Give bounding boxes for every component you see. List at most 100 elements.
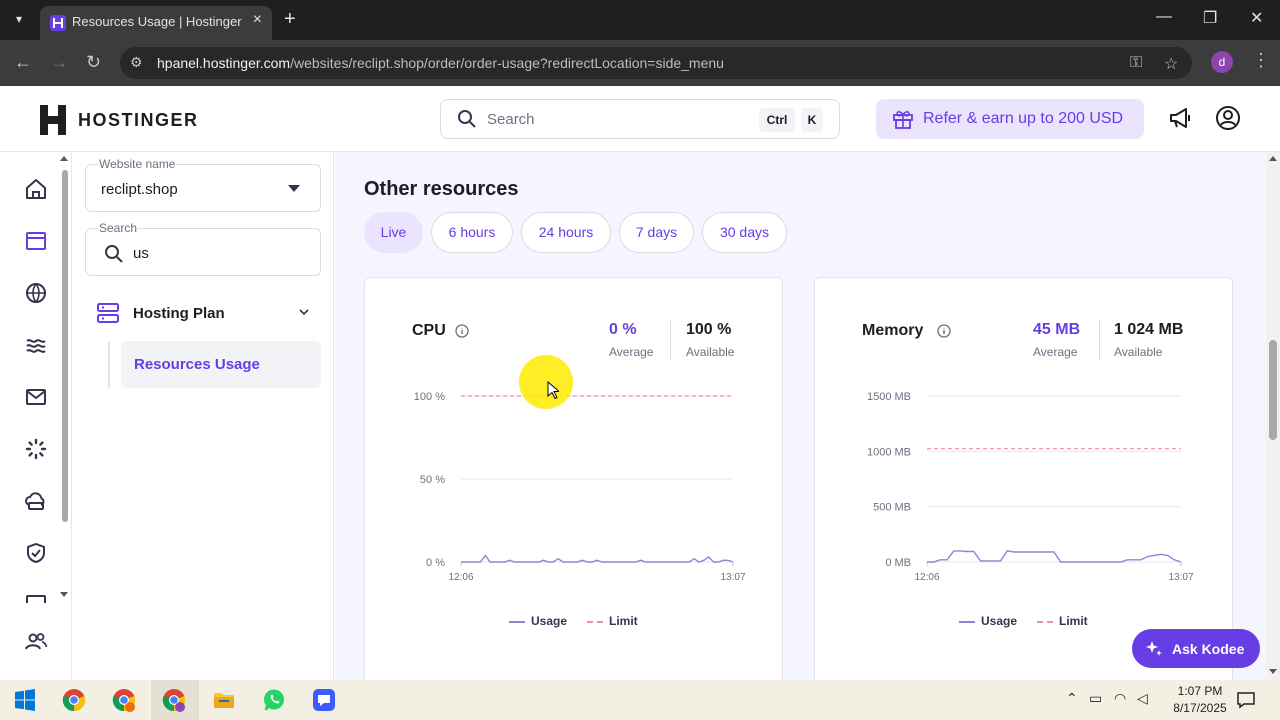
memory-title: Memory xyxy=(862,322,924,339)
range-7d-button[interactable]: 7 days xyxy=(619,212,694,253)
volume-icon[interactable]: ◁ xyxy=(1137,690,1148,707)
stat-divider xyxy=(670,320,671,360)
url-text[interactable]: hpanel.hostinger.com/websites/reclipt.sh… xyxy=(157,55,724,71)
range-24h-button[interactable]: 24 hours xyxy=(521,212,611,253)
y-tick-label: 100 % xyxy=(414,391,445,403)
new-tab-icon[interactable]: + xyxy=(284,8,296,31)
billing-icon[interactable] xyxy=(24,593,48,603)
home-icon[interactable] xyxy=(24,177,48,201)
x-tick-label: 12:06 xyxy=(914,572,939,583)
x-tick-label: 13:07 xyxy=(720,572,745,583)
cpu-chart: 0 % 50 % 100 % 12:06 13:07 xyxy=(414,391,746,583)
browser-toolbar: ← → ↻ ⚙ hpanel.hostinger.com/websites/re… xyxy=(0,40,1280,86)
memory-chart: 0 MB 500 MB 1000 MB 1500 MB 12:06 13:07 xyxy=(867,391,1194,583)
search-icon xyxy=(105,245,123,263)
limit-swatch xyxy=(1037,620,1053,623)
cursor-highlight xyxy=(519,355,573,409)
bookmark-star-icon[interactable]: ☆ xyxy=(1164,54,1178,74)
cpu-title: CPU xyxy=(412,322,446,339)
info-icon[interactable] xyxy=(937,324,951,338)
chevron-down-icon xyxy=(299,309,309,316)
globe-icon[interactable] xyxy=(24,281,48,305)
minimize-icon[interactable]: — xyxy=(1156,8,1172,26)
x-tick-label: 12:06 xyxy=(448,572,473,583)
account-icon[interactable] xyxy=(1215,105,1241,131)
wifi-icon[interactable]: ◠ xyxy=(1114,690,1126,707)
cpu-average-value: 0 % xyxy=(609,321,637,338)
y-tick-label: 500 MB xyxy=(873,502,911,514)
memory-legend-usage: Usage xyxy=(959,614,1017,628)
x-tick-label: 13:07 xyxy=(1168,572,1193,583)
info-icon[interactable] xyxy=(455,324,469,338)
password-key-icon[interactable]: ⚿ xyxy=(1130,54,1142,72)
refer-earn-button[interactable]: Refer & earn up to 200 USD xyxy=(876,99,1144,139)
range-30d-button[interactable]: 30 days xyxy=(702,212,787,253)
cpu-legend-limit: Limit xyxy=(587,614,638,628)
reload-icon[interactable]: ↻ xyxy=(86,52,101,73)
cpu-legend-usage: Usage xyxy=(509,614,567,628)
browser-menu-icon[interactable]: ⋮ xyxy=(1252,50,1270,71)
loading-spinner-icon[interactable] xyxy=(24,437,48,461)
main-content: Other resources Live 6 hours 24 hours 7 … xyxy=(335,152,1266,680)
megaphone-icon[interactable] xyxy=(1167,105,1193,131)
restore-icon[interactable]: ❐ xyxy=(1203,8,1217,28)
websites-icon[interactable] xyxy=(24,229,48,253)
shortcut-k-key: K xyxy=(801,108,823,132)
website-selector[interactable]: Website name reclipt.shop xyxy=(85,157,321,212)
range-6h-button[interactable]: 6 hours xyxy=(431,212,513,253)
memory-available-value: 1 024 MB xyxy=(1114,321,1184,338)
back-icon[interactable]: ← xyxy=(14,52,32,73)
close-tab-icon[interactable]: × xyxy=(253,11,262,29)
site-info-icon[interactable]: ⚙ xyxy=(130,54,143,71)
chrome-active-icon[interactable] xyxy=(162,688,186,712)
page-scrollbar[interactable] xyxy=(1266,152,1280,680)
mail-icon[interactable] xyxy=(24,385,48,409)
chrome-profile-icon[interactable] xyxy=(112,688,136,712)
whatsapp-icon[interactable] xyxy=(262,688,286,712)
taskbar-clock[interactable]: 1:07 PM 8/17/2025 xyxy=(1160,683,1240,717)
memory-average-label: Average xyxy=(1033,345,1078,359)
ask-kodee-button[interactable]: Ask Kodee xyxy=(1132,629,1260,668)
cpu-available-label: Available xyxy=(686,345,735,359)
battery-icon[interactable]: ▭ xyxy=(1089,690,1102,707)
rail-scrollbar[interactable] xyxy=(58,152,72,602)
global-search-input[interactable]: Search Ctrl K xyxy=(440,99,840,139)
side-menu: Website name reclipt.shop Search us Host… xyxy=(72,152,334,680)
stat-divider xyxy=(1099,320,1100,360)
dropdown-caret-icon xyxy=(288,185,300,192)
y-tick-label: 1500 MB xyxy=(867,391,911,403)
forward-icon[interactable]: → xyxy=(50,52,68,73)
memory-card: Memory 45 MB Average 1 024 MB Available … xyxy=(814,277,1233,680)
page-scroll-thumb[interactable] xyxy=(1269,340,1277,440)
app-header: HOSTINGER Search Ctrl K Refer & earn up … xyxy=(0,86,1280,152)
profile-avatar[interactable]: d xyxy=(1211,51,1233,73)
windows-start-icon[interactable] xyxy=(13,688,37,712)
search-placeholder: Search xyxy=(487,111,535,128)
tab-title: Resources Usage | Hostinger xyxy=(72,14,242,29)
close-window-icon[interactable]: ✕ xyxy=(1250,8,1263,28)
notification-icon[interactable] xyxy=(1236,690,1256,710)
browser-tab-strip: ▾ Resources Usage | Hostinger × + — ❐ ✕ xyxy=(0,0,1280,40)
hostinger-logo[interactable]: HOSTINGER xyxy=(40,105,199,135)
browser-tab[interactable]: Resources Usage | Hostinger × xyxy=(40,6,272,40)
address-bar[interactable]: ⚙ hpanel.hostinger.com/websites/reclipt.… xyxy=(120,47,1192,79)
shield-icon[interactable] xyxy=(24,541,48,565)
server-icon xyxy=(97,303,119,323)
usage-line xyxy=(461,554,734,563)
menu-search-input[interactable]: Search us xyxy=(85,221,321,276)
tab-search-icon[interactable]: ▾ xyxy=(8,8,30,30)
users-icon[interactable] xyxy=(24,629,48,653)
usage-swatch xyxy=(959,620,975,623)
windows-taskbar: ⌃ ▭ ◠ ◁ 1:07 PM 8/17/2025 xyxy=(0,680,1280,720)
rail-scroll-thumb[interactable] xyxy=(62,170,68,522)
range-live-button[interactable]: Live xyxy=(364,212,423,253)
memory-average-value: 45 MB xyxy=(1033,321,1081,338)
cloud-server-icon[interactable] xyxy=(24,489,48,513)
tray-overflow-icon[interactable]: ⌃ xyxy=(1066,690,1078,707)
file-explorer-icon[interactable] xyxy=(212,688,236,712)
layers-icon[interactable] xyxy=(24,333,48,357)
app-chat-icon[interactable] xyxy=(312,688,336,712)
chrome-icon[interactable] xyxy=(62,688,86,712)
sidebar-item-resources-usage[interactable]: Resources Usage xyxy=(121,341,321,388)
hosting-plan-menu[interactable]: Hosting Plan xyxy=(97,302,311,326)
